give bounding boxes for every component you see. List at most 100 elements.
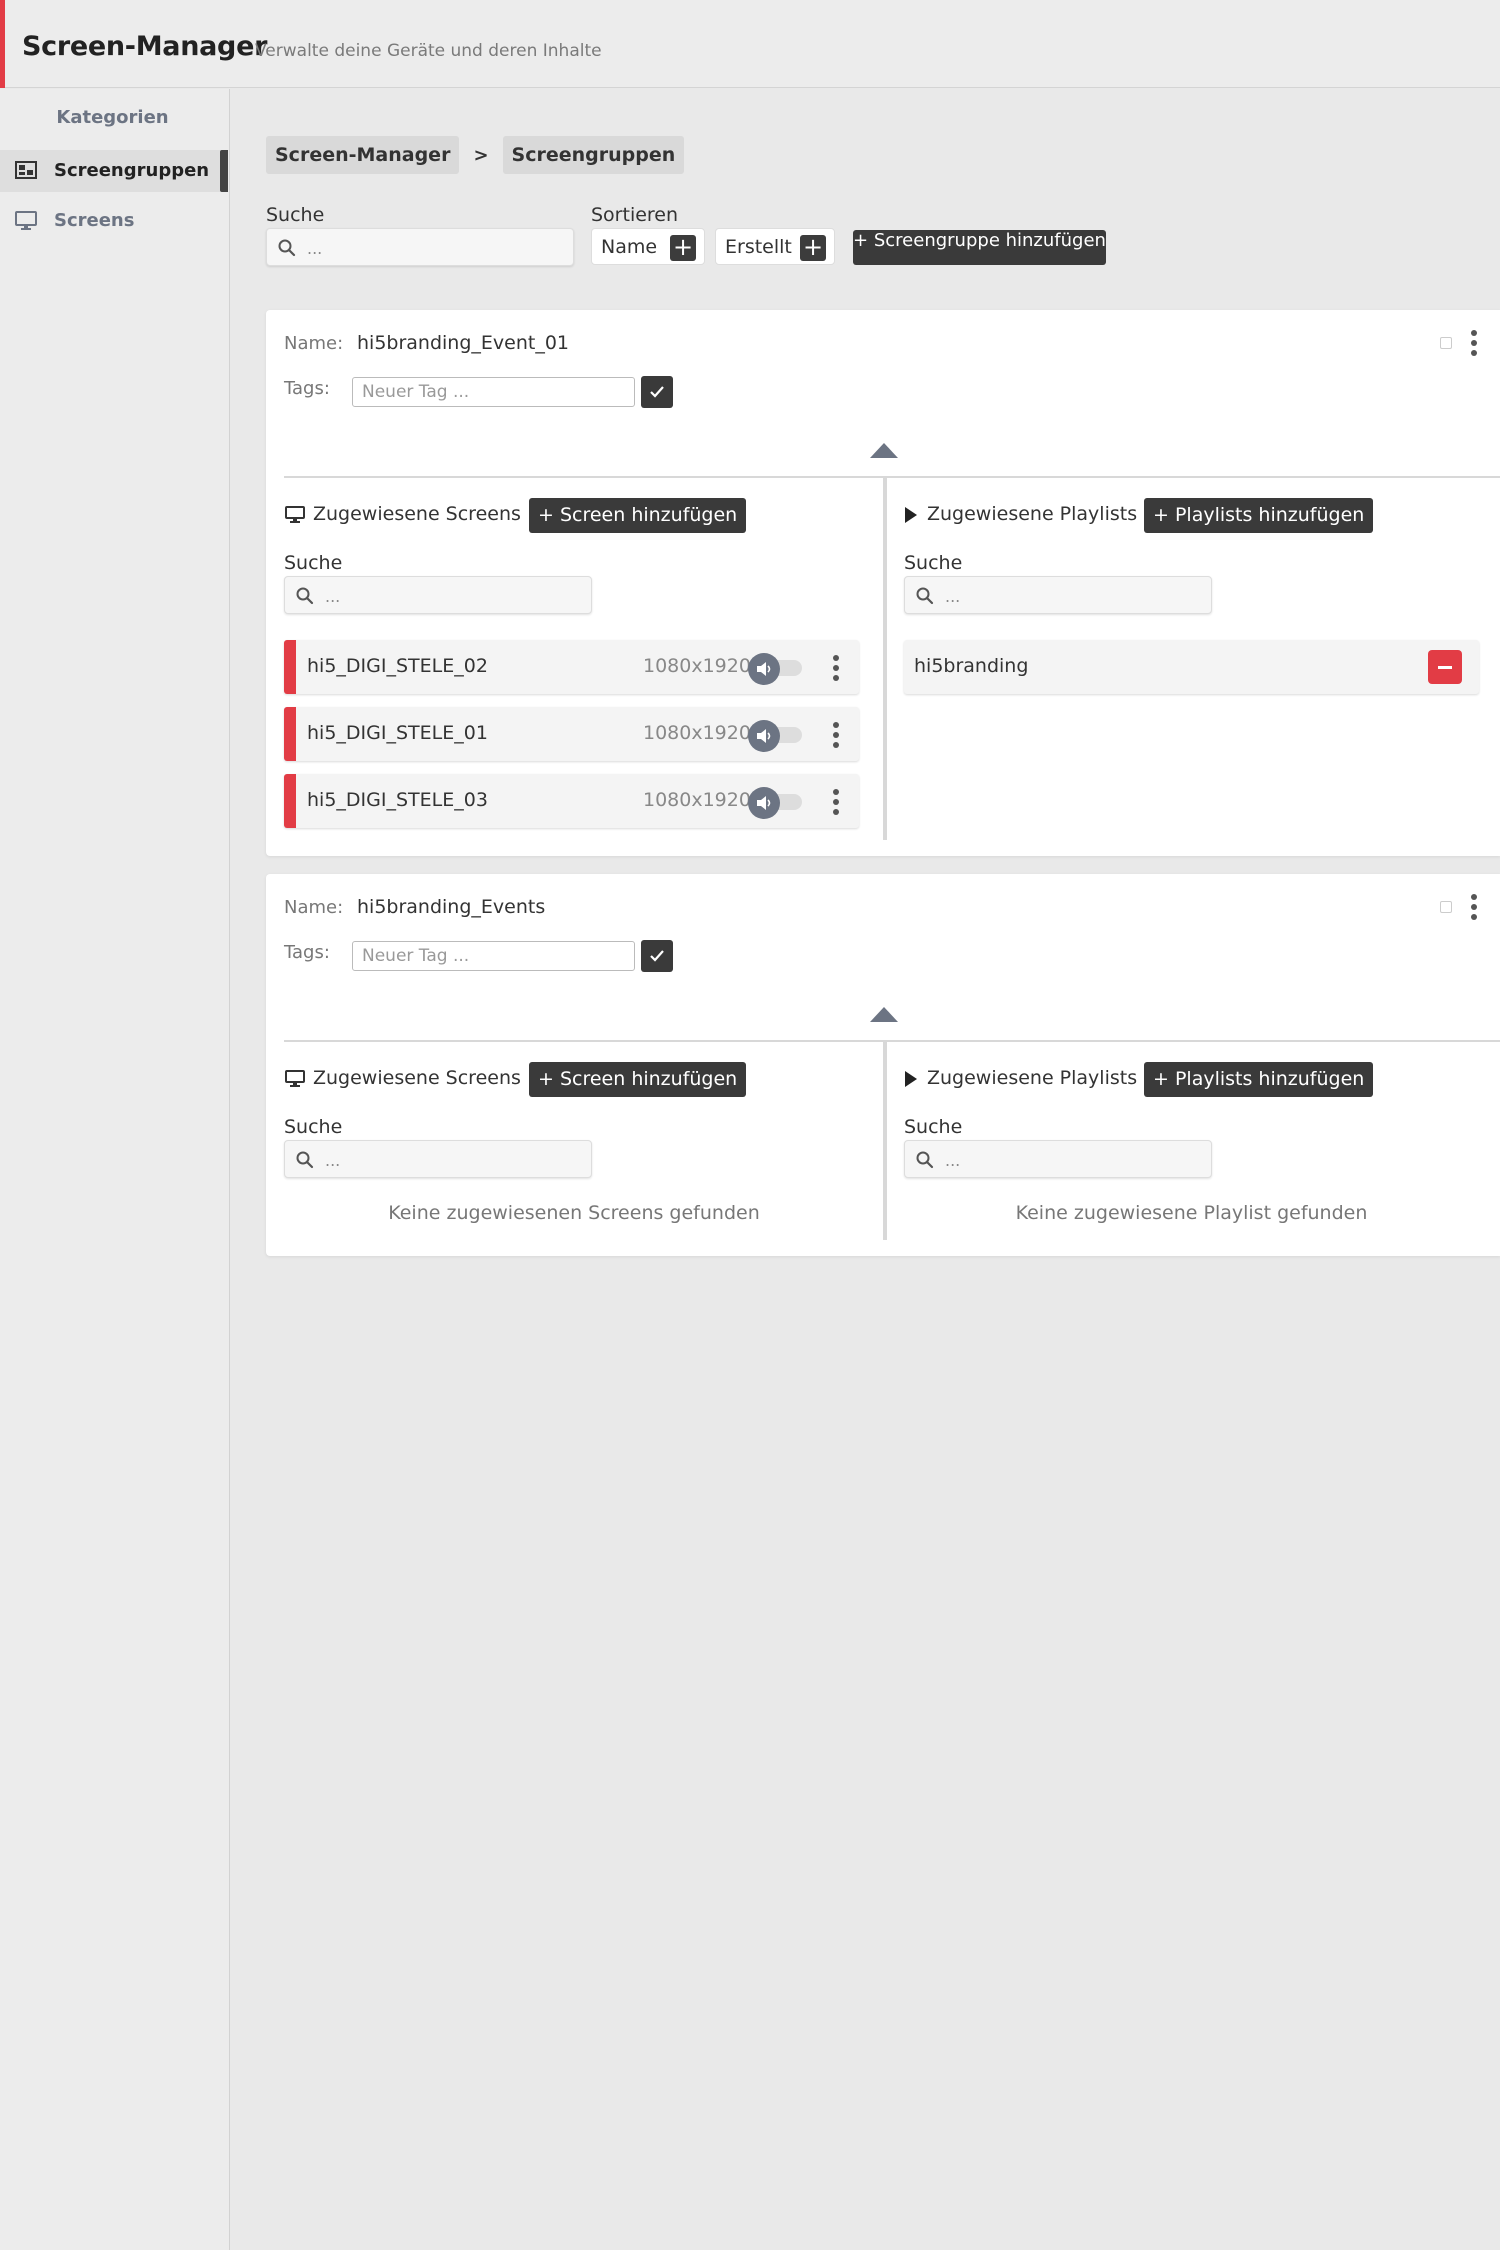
plus-icon: + [800, 235, 826, 261]
divider [284, 476, 1500, 478]
sidebar-item-screengruppen[interactable]: Screengruppen [0, 150, 228, 192]
screen-menu-icon[interactable] [832, 789, 840, 815]
monitor-icon [285, 1070, 305, 1087]
confirm-tag-button[interactable] [641, 376, 673, 408]
sort-by-created-button[interactable]: Erstellt + [715, 228, 835, 265]
screen-resolution: 1080x1920 [643, 722, 751, 744]
search-placeholder: ... [945, 587, 961, 606]
screen-resolution: 1080x1920 [643, 789, 751, 811]
column-divider [883, 478, 887, 840]
speaker-icon [757, 662, 771, 676]
sidebar-item-screens[interactable]: Screens [0, 200, 228, 242]
app-header: Screen-Manager Verwalte deine Geräte und… [0, 0, 1500, 88]
toggle-knob [748, 787, 780, 819]
name-label: Name: [284, 897, 344, 918]
playlists-search-label: Suche [904, 1116, 963, 1138]
assigned-screens-title: Zugewiesene Screens [313, 1067, 521, 1089]
assigned-playlists-title: Zugewiesene Playlists [927, 1067, 1138, 1089]
speaker-icon [757, 796, 771, 810]
collapse-arrow-icon[interactable] [870, 443, 898, 458]
breadcrumb-item-screen-manager[interactable]: Screen-Manager [266, 136, 460, 174]
screens-search-input[interactable]: ... [284, 576, 592, 614]
sort-option-label: Erstellt [725, 236, 792, 258]
screen-name: hi5_DIGI_STELE_02 [307, 655, 488, 677]
no-playlists-message: Keine zugewiesene Playlist gefunden [1015, 1202, 1368, 1224]
breadcrumb: Screen-Manager > Screengruppen [266, 136, 685, 174]
assigned-playlists-title: Zugewiesene Playlists [927, 503, 1138, 525]
sidebar-item-label: Screengruppen [54, 160, 210, 181]
remove-playlist-button[interactable] [1428, 650, 1462, 684]
group-name[interactable]: hi5branding_Events [357, 896, 545, 918]
check-icon [650, 386, 664, 398]
sound-toggle[interactable] [748, 653, 804, 685]
sidebar-heading: Kategorien [56, 107, 169, 128]
screen-list-item[interactable]: hi5_DIGI_STELE_01 1080x1920 [284, 707, 859, 761]
column-divider [883, 1042, 887, 1240]
search-placeholder: ... [945, 1151, 961, 1170]
collapse-arrow-icon[interactable] [870, 1007, 898, 1022]
status-indicator [284, 707, 296, 761]
speaker-icon [757, 729, 771, 743]
toggle-knob [748, 653, 780, 685]
screengroup-card: Name: hi5branding_Events Tags: Neuer Tag… [266, 874, 1500, 1256]
search-placeholder: ... [307, 239, 323, 258]
screen-list-item[interactable]: hi5_DIGI_STELE_02 1080x1920 [284, 640, 859, 694]
active-indicator [220, 150, 228, 192]
select-checkbox[interactable] [1440, 337, 1452, 349]
sidebar: Kategorien Screengruppen Screens [0, 89, 230, 2250]
sound-toggle[interactable] [748, 787, 804, 819]
group-search-input[interactable]: ... [266, 228, 574, 266]
breadcrumb-item-screengruppen[interactable]: Screengruppen [502, 136, 685, 174]
group-menu-icon[interactable] [1470, 330, 1478, 356]
group-name[interactable]: hi5branding_Event_01 [357, 332, 569, 354]
confirm-tag-button[interactable] [641, 940, 673, 972]
playlists-search-input[interactable]: ... [904, 1140, 1212, 1178]
new-tag-input[interactable]: Neuer Tag ... [352, 377, 635, 407]
screen-list-item[interactable]: hi5_DIGI_STELE_03 1080x1920 [284, 774, 859, 828]
sort-option-label: Name [601, 236, 658, 258]
check-icon [650, 950, 664, 962]
sort-label: Sortieren [591, 204, 679, 226]
tag-placeholder: Neuer Tag ... [362, 946, 470, 966]
minus-icon [1438, 666, 1452, 669]
breadcrumb-separator: > [473, 144, 489, 166]
new-tag-input[interactable]: Neuer Tag ... [352, 941, 635, 971]
assigned-screens-title: Zugewiesene Screens [313, 503, 521, 525]
search-placeholder: ... [325, 1151, 341, 1170]
playlists-search-input[interactable]: ... [904, 576, 1212, 614]
sort-by-name-button[interactable]: Name + [591, 228, 705, 265]
search-icon [296, 1151, 314, 1169]
no-screens-message: Keine zugewiesenen Screens gefunden [388, 1202, 760, 1224]
toggle-knob [748, 720, 780, 752]
add-screengroup-button[interactable]: + Screengruppe hinzufügen [853, 230, 1106, 265]
playlist-name: hi5branding [914, 655, 1029, 677]
tags-label: Tags: [284, 942, 330, 963]
sound-toggle[interactable] [748, 720, 804, 752]
play-icon [905, 507, 917, 523]
screen-menu-icon[interactable] [832, 722, 840, 748]
screens-search-input[interactable]: ... [284, 1140, 592, 1178]
screen-resolution: 1080x1920 [643, 655, 751, 677]
tag-placeholder: Neuer Tag ... [362, 382, 470, 402]
divider [284, 1040, 1500, 1042]
play-icon [905, 1071, 917, 1087]
group-menu-icon[interactable] [1470, 894, 1478, 920]
select-checkbox[interactable] [1440, 901, 1452, 913]
screen-name: hi5_DIGI_STELE_01 [307, 722, 488, 744]
add-playlists-button[interactable]: + Playlists hinzufügen [1144, 498, 1374, 533]
name-label: Name: [284, 333, 344, 354]
add-playlists-button[interactable]: + Playlists hinzufügen [1144, 1062, 1374, 1097]
status-indicator [284, 640, 296, 694]
add-screen-button[interactable]: + Screen hinzufügen [529, 1062, 747, 1097]
screens-search-label: Suche [284, 1116, 343, 1138]
screen-menu-icon[interactable] [832, 655, 840, 681]
screengroup-card: Name: hi5branding_Event_01 Tags: Neuer T… [266, 310, 1500, 856]
search-icon [916, 1151, 934, 1169]
monitor-icon [285, 506, 305, 523]
add-screen-button[interactable]: + Screen hinzufügen [529, 498, 747, 533]
search-placeholder: ... [325, 587, 341, 606]
search-label: Suche [266, 204, 325, 226]
status-indicator [284, 774, 296, 828]
playlist-list-item[interactable]: hi5branding [904, 640, 1479, 694]
screen-group-icon [15, 161, 37, 179]
